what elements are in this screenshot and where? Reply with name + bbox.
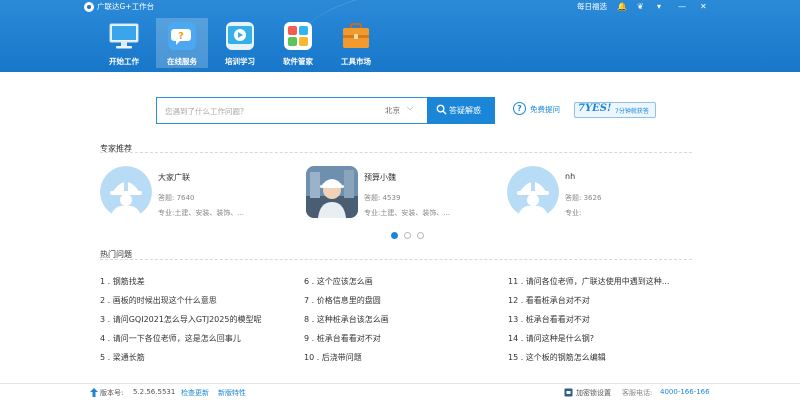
carousel-dot[interactable] [417,232,424,239]
search-button-label: 答疑解惑 [449,106,481,115]
search-icon [436,104,447,115]
expert-card[interactable]: 预算小魏 答题: 4539 专业:土建、安装、装饰、... [306,166,506,222]
free-question-link[interactable]: ? 免费提问 [513,101,569,119]
question-link[interactable]: 7 . 价格信息里的盘圆 [304,295,381,306]
bell-icon[interactable]: 🔔 [617,1,627,13]
question-link[interactable]: 5 . 梁通长筋 [100,352,145,363]
nav-software-manager[interactable]: 软件管家 [272,18,324,68]
nav-start-work[interactable]: 开始工作 [98,18,150,68]
app-grid-icon [284,22,312,50]
question-link[interactable]: 11 . 请问各位老师，广联达使用中遇到这种... [508,276,669,287]
nav-label: 工具市场 [341,57,371,66]
nav-training[interactable]: 培训学习 [214,18,266,68]
question-link[interactable]: 9 . 桩承台看看对不对 [304,333,381,344]
expert-photo [306,166,358,218]
app-title: 广联达G+工作台 [97,2,155,11]
lock-settings-icon [564,388,573,397]
expert-answers: 答题: 4539 [364,193,400,203]
question-link[interactable]: 3 . 请问GQI2021怎么导入GTJ2025的模型呢 [100,314,261,325]
question-link[interactable]: 15 . 这个板的钢筋怎么编辑 [508,352,606,363]
expert-name: 预算小魏 [364,173,396,182]
divider [100,259,692,260]
lock-settings-link[interactable]: 加密锁设置 [576,388,611,398]
question-link[interactable]: 6 . 这个应该怎么画 [304,276,373,287]
app-logo-icon [84,2,94,12]
monitor-icon [109,23,139,49]
search-box: 北京 ⌵ [156,97,428,124]
check-update-link[interactable]: 检查更新 [181,388,209,398]
version-label: 版本号: [100,389,124,397]
search-input[interactable] [165,104,365,118]
question-link[interactable]: 4 . 请问一下各位老师，这是怎么回事儿 [100,333,241,344]
nav-online-service[interactable]: ? 在线服务 [156,18,208,68]
toolbox-icon [343,23,369,48]
expert-answers: 答题: 3626 [565,193,601,203]
answers-count: 4539 [382,194,401,202]
title-bar: 广联达G+工作台 每日福选 🔔 ❦ ▾ — ✕ [0,0,800,14]
divider [100,152,692,153]
nav-tool-market[interactable]: 工具市场 [330,18,382,68]
question-link[interactable]: 2 . 画板的时候出现这个什么意思 [100,295,217,306]
city-select[interactable]: 北京 [385,105,400,116]
expert-name: nh [565,172,576,181]
expert-name: 大家广联 [158,173,190,182]
expert-major: 专业: [565,209,582,217]
question-link[interactable]: 8 . 这种桩承台该怎么画 [304,314,389,325]
chevron-down-icon[interactable]: ⌵ [407,103,413,113]
nav-label: 开始工作 [109,57,139,66]
carousel-dot[interactable] [404,232,411,239]
question-link[interactable]: 14 . 请问这种是什么钢? [508,333,594,344]
nav-label: 在线服务 [167,57,197,66]
expert-answers: 答题: 7640 [158,193,194,203]
question-link[interactable]: 1 . 钢筋找差 [100,276,145,287]
nav-label: 软件管家 [283,57,313,66]
nav-label: 培训学习 [225,57,255,66]
expert-major: 专业:土建、安装、装饰、... [364,209,451,217]
carousel-dot-active[interactable] [391,232,398,239]
chat-question-icon: ? [168,22,196,50]
7yes-badge[interactable]: 7YES! 7分钟就获答 [574,102,656,118]
answers-count: 7640 [176,194,195,202]
svg-text:?: ? [178,31,184,42]
default-avatar-icon [507,166,559,218]
answers-label: 答题: [565,194,582,202]
expert-card[interactable]: nh 答题: 3626 专业: [507,166,707,222]
new-features-link[interactable]: 新版特性 [218,388,246,398]
answers-label: 答题: [364,194,381,202]
question-link[interactable]: 13 . 桩承台看看对不对 [508,314,590,325]
skin-icon[interactable]: ❦ [637,1,644,13]
hotline-label: 客服电话: [622,389,653,397]
search-button[interactable]: 答疑解惑 [427,97,495,124]
7yes-slogan: 7分钟就获答 [615,108,649,115]
7yes-logo: 7YES! [578,103,612,114]
free-question-label: 免费提问 [530,105,560,114]
expert-major: 专业:土建、安装、装饰、... [158,209,245,217]
status-bar: 版本号: 5.2.56.5531 检查更新 新版特性 加密锁设置 客服电话: 4… [0,383,800,400]
question-link[interactable]: 10 . 后浇带问题 [304,352,362,363]
answers-count: 3626 [583,194,602,202]
menu-icon[interactable]: ▾ [657,1,661,13]
minimize-icon[interactable]: — [678,1,686,13]
question-link[interactable]: 12 . 看看桩承台对不对 [508,295,590,306]
expert-card[interactable]: 大家广联 答题: 7640 专业:土建、安装、装饰、... [100,166,300,222]
top-header: 广联达G+工作台 每日福选 🔔 ❦ ▾ — ✕ 开始工作 ? 在线服务 培训学习… [0,0,800,72]
hotline-number: 4000-166-166 [660,388,710,396]
version-number: 5.2.56.5531 [133,388,176,396]
answers-label: 答题: [158,194,175,202]
default-avatar-icon [100,166,152,218]
video-play-icon [226,22,254,50]
upload-arrow-icon [90,388,98,397]
question-mark-icon: ? [513,102,526,115]
close-icon[interactable]: ✕ [700,1,707,13]
daily-picks-link[interactable]: 每日福选 [577,1,607,13]
